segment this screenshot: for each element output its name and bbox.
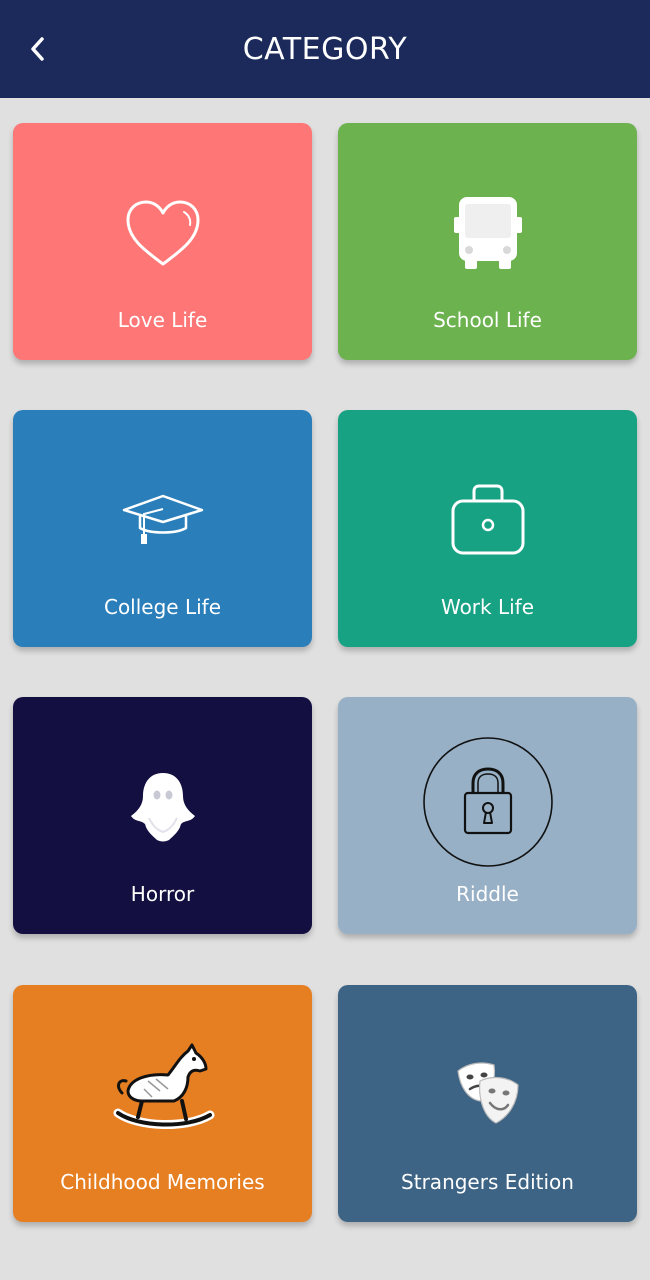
category-card-horror[interactable]: Horror [13, 697, 312, 934]
rocking-horse-icon [13, 1015, 312, 1155]
category-label: College Life [103, 595, 222, 619]
category-card-strangers-edition[interactable]: Strangers Edition [338, 985, 637, 1222]
category-label: Work Life [440, 595, 535, 619]
category-label: Childhood Memories [60, 1170, 265, 1194]
category-card-love-life[interactable]: Love Life [13, 123, 312, 360]
category-label: Love Life [117, 308, 208, 332]
category-label: School Life [433, 308, 542, 332]
briefcase-icon [338, 450, 637, 590]
top-app-bar: CATEGORY [0, 0, 650, 98]
category-card-college-life[interactable]: College Life [13, 410, 312, 647]
category-card-riddle[interactable]: Riddle [338, 697, 637, 934]
category-label: Riddle [456, 882, 519, 906]
category-card-work-life[interactable]: Work Life [338, 410, 637, 647]
category-label: Strangers Edition [401, 1170, 574, 1194]
graduation-cap-icon [13, 450, 312, 590]
theater-masks-icon [338, 1025, 637, 1165]
padlock-icon [338, 732, 637, 872]
back-button[interactable] [18, 29, 58, 69]
category-card-childhood-memories[interactable]: Childhood Memories [13, 985, 312, 1222]
heart-icon [13, 163, 312, 303]
chevron-left-icon [31, 37, 44, 61]
category-label: Horror [130, 882, 195, 906]
ghost-icon [13, 737, 312, 877]
category-card-school-life[interactable]: School Life [338, 123, 637, 360]
page-title: CATEGORY [242, 31, 408, 67]
bus-icon [338, 163, 637, 303]
